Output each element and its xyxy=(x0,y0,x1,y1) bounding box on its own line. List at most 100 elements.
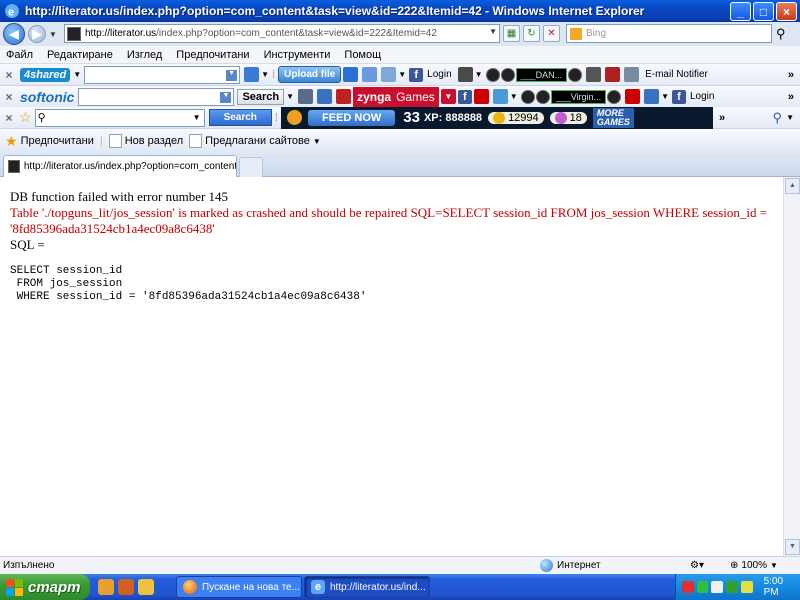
tray-icon[interactable] xyxy=(682,581,694,593)
settings-icon[interactable] xyxy=(586,67,602,82)
chevron-down-icon[interactable]: ▼ xyxy=(261,70,269,79)
close-button[interactable]: × xyxy=(776,2,797,21)
taskbar-ie-button[interactable]: e http://literator.us/ind... xyxy=(304,576,430,598)
suggested-sites-link[interactable]: Предлагани сайтове ▼ xyxy=(189,134,321,148)
chat-icon[interactable] xyxy=(492,89,508,104)
tab-current[interactable]: http://literator.us/index.php?option=com… xyxy=(3,155,237,177)
back-button[interactable]: ◀ xyxy=(3,23,25,45)
protected-mode-icon[interactable]: ⚙▾ xyxy=(690,560,704,571)
tray-icon[interactable] xyxy=(696,581,709,593)
search-input[interactable]: Bing xyxy=(566,24,772,43)
scroll-up-icon[interactable]: ▲ xyxy=(785,178,800,194)
chevron-down-icon[interactable]: ▼ xyxy=(398,70,406,79)
overflow-chevron-icon[interactable]: » xyxy=(788,69,794,81)
star-icon[interactable]: ☆ xyxy=(19,109,32,126)
feed-now-button[interactable]: FEED NOW xyxy=(307,109,396,126)
desktop-icon[interactable] xyxy=(362,67,378,82)
player-icon[interactable] xyxy=(457,67,473,82)
menu-favorites[interactable]: Предпочитани xyxy=(176,49,249,61)
games-search-input[interactable]: ⚲ ▼ xyxy=(34,108,205,127)
volume-icon[interactable] xyxy=(568,67,583,82)
favorites-button[interactable]: ★ Предпочитани xyxy=(5,133,94,150)
play-icon[interactable] xyxy=(520,89,535,104)
chevron-down-icon[interactable]: ▼ xyxy=(510,92,518,101)
stop-icon[interactable] xyxy=(500,67,515,82)
4shared-icon[interactable] xyxy=(343,67,359,82)
zynga-games-button[interactable]: zynga Games xyxy=(353,86,439,107)
compatibility-icon[interactable]: ▦ xyxy=(503,25,520,42)
users-icon[interactable] xyxy=(381,67,397,82)
station-display-2[interactable]: ___Virgin... xyxy=(550,89,607,104)
stop-icon[interactable]: ✕ xyxy=(543,25,560,42)
clock[interactable]: 5:00 PM xyxy=(764,576,800,598)
game-icon[interactable] xyxy=(336,89,352,104)
new-tab-button[interactable] xyxy=(239,157,263,177)
menu-help[interactable]: Помощ xyxy=(344,49,381,61)
chevron-down-icon[interactable]: ▼ xyxy=(286,92,294,101)
security-zone[interactable]: Интернет xyxy=(540,559,601,572)
dropdown-icon[interactable]: ▼ xyxy=(220,91,232,103)
youtube-icon[interactable] xyxy=(625,89,641,104)
minimize-button[interactable]: _ xyxy=(730,2,751,21)
login-link[interactable]: Login xyxy=(427,69,451,80)
back-icon[interactable] xyxy=(298,89,314,104)
scroll-down-icon[interactable]: ▼ xyxy=(785,539,800,555)
station-display[interactable]: ___DAN... xyxy=(515,67,568,82)
menu-tools[interactable]: Инструменти xyxy=(264,49,331,61)
vertical-scrollbar[interactable]: ▲ ▼ xyxy=(783,177,800,556)
close-toolbar-icon[interactable]: × xyxy=(2,90,16,104)
close-toolbar-icon[interactable]: × xyxy=(2,68,16,82)
volume-icon[interactable] xyxy=(607,89,622,104)
softonic-icon[interactable] xyxy=(317,89,333,104)
chevron-down-icon[interactable]: ▼ xyxy=(475,70,483,79)
login-link-2[interactable]: Login xyxy=(690,91,714,102)
quick-launch-icon[interactable] xyxy=(118,579,134,595)
tray-icon[interactable] xyxy=(726,581,738,593)
language-icon[interactable] xyxy=(740,581,753,593)
softonic-search-button[interactable]: Search xyxy=(237,88,285,105)
start-button[interactable]: старт xyxy=(0,574,90,600)
forward-button[interactable]: ▶ xyxy=(28,25,46,43)
quick-launch-icon[interactable] xyxy=(138,579,154,595)
facebook-icon[interactable]: f xyxy=(457,89,472,104)
dropdown-icon[interactable]: ▼ xyxy=(226,69,238,81)
email-icon[interactable] xyxy=(624,67,640,82)
email-notifier-label[interactable]: E-mail Notifier xyxy=(645,69,708,80)
zynga-dropdown-icon[interactable]: ▼ xyxy=(440,89,456,104)
menu-file[interactable]: Файл xyxy=(6,49,33,61)
overflow-chevron-icon[interactable]: » xyxy=(788,91,794,103)
maximize-button[interactable]: □ xyxy=(753,2,774,21)
softonic-search-input[interactable]: ▼ xyxy=(78,87,235,106)
youtube-icon[interactable] xyxy=(473,89,489,104)
monitor-icon[interactable] xyxy=(644,89,660,104)
facebook-icon[interactable]: f xyxy=(672,89,686,104)
games-search-button[interactable]: Search xyxy=(208,109,272,126)
quick-launch-icon[interactable] xyxy=(98,579,114,595)
pet-icon[interactable] xyxy=(286,110,302,125)
facebook-icon[interactable]: f xyxy=(409,67,424,82)
menu-view[interactable]: Изглед xyxy=(127,49,162,61)
dropdown-icon[interactable]: ▼ xyxy=(193,113,201,122)
tools-search-icon[interactable]: ⚲ xyxy=(772,110,782,126)
chevron-down-icon[interactable]: ▼ xyxy=(73,70,81,79)
menu-edit[interactable]: Редактиране xyxy=(47,49,113,61)
upload-file-button[interactable]: Upload file xyxy=(278,66,342,83)
tray-icon[interactable] xyxy=(711,581,724,593)
taskbar-firefox-button[interactable]: Пускане на нова те... xyxy=(176,576,302,598)
zoom-control[interactable]: ⊕ 100% ▼ xyxy=(730,560,778,571)
record-icon[interactable] xyxy=(605,67,621,82)
chevron-down-icon[interactable]: ▼ xyxy=(661,92,669,101)
new-section-link[interactable]: Нов раздел xyxy=(108,134,183,148)
overflow-chevron-icon[interactable]: » xyxy=(719,112,725,124)
close-toolbar-icon[interactable]: × xyxy=(2,111,16,125)
refresh-icon[interactable]: ↻ xyxy=(523,25,540,42)
chevron-down-icon[interactable]: ▼ xyxy=(786,113,794,122)
go-icon[interactable] xyxy=(244,67,260,82)
search-icon[interactable]: ⚲ xyxy=(776,26,786,42)
4shared-search-input[interactable]: ▼ xyxy=(84,65,241,84)
play-icon[interactable] xyxy=(485,67,500,82)
history-dropdown[interactable]: ▼ xyxy=(49,30,57,39)
address-field[interactable]: http://literator.us/index.php?option=com… xyxy=(64,24,500,43)
address-dropdown-icon[interactable]: ▼ xyxy=(489,27,497,36)
more-games-button[interactable]: MORE GAMES xyxy=(592,107,634,128)
